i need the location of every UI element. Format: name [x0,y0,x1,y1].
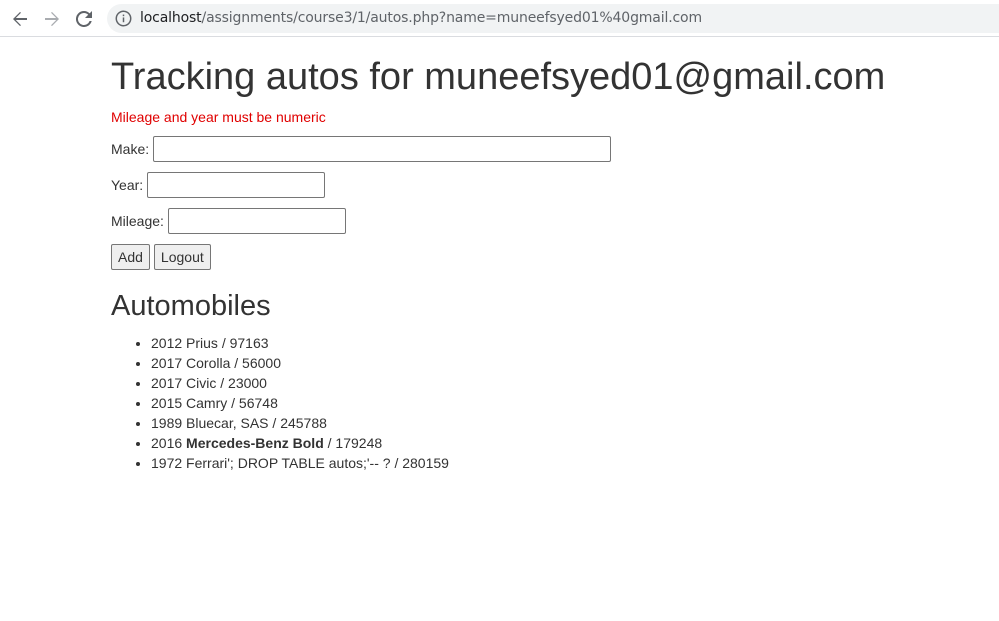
url-host: localhost [140,10,202,26]
page-title: Tracking autos for muneefsyed01@gmail.co… [111,56,886,98]
url-path: /assignments/course3/1/autos.php?name=mu… [201,10,703,26]
add-button[interactable]: Add [111,244,150,270]
auto-text-after: / 179248 [323,435,383,451]
mileage-label: Mileage: [111,213,164,229]
year-input[interactable] [147,172,326,198]
browser-toolbar: localhost/assignments/course3/1/autos.ph… [0,0,999,37]
auto-make-bold: Mercedes-Benz Bold [186,435,324,451]
info-icon[interactable] [115,10,132,27]
forward-button[interactable] [38,5,66,33]
list-item: 2012 Prius / 97163 [151,333,449,353]
reload-button[interactable] [70,5,98,33]
list-item: 2017 Corolla / 56000 [151,353,449,373]
list-item: 1972 Ferrari'; DROP TABLE autos;'-- ? / … [151,453,449,473]
automobiles-list: 2012 Prius / 97163 2017 Corolla / 56000 … [111,333,449,473]
auto-text: 1989 Bluecar, SAS / 245788 [151,415,327,431]
auto-text: 2017 Corolla / 56000 [151,355,281,371]
logout-button[interactable]: Logout [153,244,211,270]
arrow-left-icon [13,12,27,26]
auto-text: 2012 Prius / 97163 [151,335,269,351]
arrow-right-icon [45,12,59,26]
make-label: Make: [111,141,150,157]
list-item: 2015 Camry / 56748 [151,393,449,413]
auto-text: 2015 Camry / 56748 [151,395,278,411]
year-label: Year: [111,177,144,193]
list-item: 1989 Bluecar, SAS / 245788 [151,413,449,433]
mileage-row: Mileage: [111,208,346,234]
make-row: Make: [111,136,612,162]
automobiles-heading: Automobiles [111,290,271,322]
auto-text: 2017 Civic / 23000 [151,375,267,391]
reload-icon [76,11,92,27]
address-bar[interactable]: localhost/assignments/course3/1/autos.ph… [107,4,999,33]
mileage-input[interactable] [167,208,346,234]
error-message: Mileage and year must be numeric [111,109,326,125]
make-input[interactable] [153,136,612,162]
auto-text: 1972 Ferrari'; DROP TABLE autos;'-- ? / … [151,455,449,471]
year-row: Year: [111,172,326,198]
auto-text: 2016 [151,435,187,451]
list-item: 2017 Civic / 23000 [151,373,449,393]
list-item: 2016 Mercedes-Benz Bold / 179248 [151,433,449,453]
url-text[interactable]: localhost/assignments/course3/1/autos.ph… [140,10,702,27]
form-buttons: Add Logout [111,244,211,270]
back-button[interactable] [6,5,34,33]
